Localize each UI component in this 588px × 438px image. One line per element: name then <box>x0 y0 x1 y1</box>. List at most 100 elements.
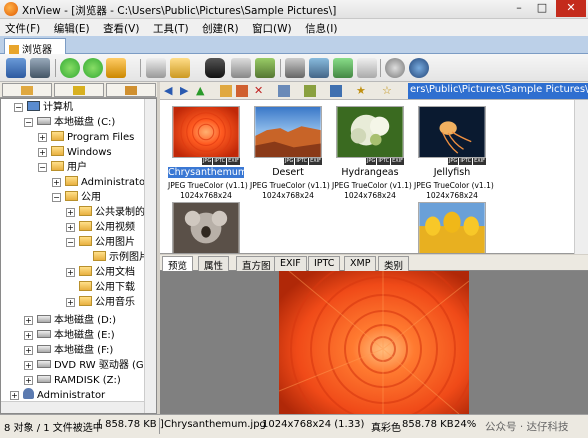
tree-item[interactable]: − 公用图片 <box>66 235 135 250</box>
properties-icon[interactable] <box>236 85 248 97</box>
fullscreen-icon[interactable] <box>30 58 50 78</box>
minimize-button[interactable]: – <box>508 0 530 17</box>
tab-favorites[interactable] <box>54 83 104 97</box>
thumbnail-item[interactable]: JPG IPTC EXIF Chrysanthemum JPEG TrueColor… <box>168 106 248 200</box>
open-folder-icon[interactable] <box>106 58 126 78</box>
chrysanthemum-preview-image <box>279 271 469 414</box>
expand-toggle[interactable]: + <box>66 268 75 277</box>
maximize-button[interactable]: □ <box>531 0 553 17</box>
tree-item[interactable]: + Administrator <box>52 175 149 190</box>
tree-vertical-scrollbar[interactable] <box>144 99 156 413</box>
thumbnail-item[interactable]: JPG IPTC EXIF Hydrangeas JPEG TrueColor (v… <box>332 106 412 200</box>
tab-preview[interactable]: 预览 <box>162 256 194 272</box>
expand-toggle[interactable]: + <box>24 316 33 325</box>
tab-categories[interactable] <box>106 83 156 97</box>
tab-exif[interactable]: EXIF <box>274 256 307 271</box>
thumbnail-item[interactable]: JPG IPTC EXIF Jellyfish JPEG TrueColor (v1… <box>414 106 494 200</box>
tab-categories[interactable]: 类别 <box>378 256 410 272</box>
expand-toggle[interactable]: + <box>24 331 33 340</box>
print-icon[interactable] <box>231 58 251 78</box>
menu-window[interactable]: 窗口(W) <box>247 19 297 36</box>
expand-toggle[interactable]: + <box>24 376 33 385</box>
favorite-star-icon[interactable]: ☆ <box>382 85 394 97</box>
expand-toggle[interactable]: + <box>52 178 61 187</box>
scan-icon[interactable] <box>285 58 305 78</box>
tree-item[interactable]: − 用户 <box>38 160 87 175</box>
menu-view[interactable]: 查看(V) <box>98 19 144 36</box>
thumbnail-item[interactable] <box>168 202 244 253</box>
expand-toggle[interactable]: + <box>24 346 33 355</box>
tree-item-label: 公用 <box>81 192 101 203</box>
thumbnail-item[interactable]: JPG IPTC EXIF Desert JPEG TrueColor (v1.1)… <box>250 106 330 200</box>
tree-item[interactable]: − 公用 <box>52 190 101 205</box>
filter-icon[interactable] <box>330 85 342 97</box>
expand-toggle[interactable]: + <box>38 133 47 142</box>
view-mode-icon[interactable] <box>278 85 290 97</box>
tree-item[interactable]: + Windows <box>38 145 112 160</box>
expand-toggle[interactable]: + <box>10 391 19 400</box>
forward-arrow-icon[interactable]: ▶ <box>180 85 192 97</box>
rotate-icon[interactable] <box>83 58 103 78</box>
tree-item[interactable]: + Program Files <box>38 130 134 145</box>
tree-item[interactable]: 公用下载 <box>79 280 135 295</box>
address-field[interactable]: ers\Public\Pictures\Sample Pictures\ <box>408 83 588 99</box>
collapse-toggle[interactable]: − <box>66 238 75 247</box>
binoculars-icon[interactable] <box>205 58 225 78</box>
tree-item[interactable]: − 本地磁盘 (C:) <box>24 115 115 130</box>
tree-item-label: RAMDISK (Z:) <box>54 375 121 386</box>
collapse-toggle[interactable]: − <box>38 163 47 172</box>
tab-histogram[interactable]: 直方图 <box>236 256 277 272</box>
up-arrow-icon[interactable]: ▲ <box>196 85 208 97</box>
tree-horizontal-scrollbar[interactable] <box>1 401 144 413</box>
menu-edit[interactable]: 编辑(E) <box>49 19 95 36</box>
expand-toggle[interactable]: + <box>24 361 33 370</box>
menu-info[interactable]: 信息(I) <box>300 19 342 36</box>
collapse-toggle[interactable]: − <box>24 118 33 127</box>
slideshow-icon[interactable] <box>309 58 329 78</box>
tab-properties[interactable]: 属性 <box>198 256 230 272</box>
menu-create[interactable]: 创建(R) <box>197 19 244 36</box>
info-icon[interactable] <box>409 58 429 78</box>
tree-item[interactable]: + RAMDISK (Z:) <box>24 373 121 388</box>
delete-icon[interactable]: ✕ <box>254 85 266 97</box>
image-icon[interactable] <box>255 58 275 78</box>
gear-icon[interactable] <box>385 58 405 78</box>
tree-item-selected[interactable]: 示例图片 <box>93 250 149 265</box>
move-icon[interactable] <box>170 58 190 78</box>
thumbnail-dimensions: 1024x768x24 <box>426 191 478 200</box>
expand-toggle[interactable]: + <box>66 223 75 232</box>
tree-item[interactable]: + 公用音乐 <box>66 295 135 310</box>
tree-item[interactable]: + 公用视频 <box>66 220 135 235</box>
capture-icon[interactable] <box>333 58 353 78</box>
sort-icon[interactable] <box>304 85 316 97</box>
expand-toggle[interactable]: + <box>38 148 47 157</box>
tree-item[interactable]: + 本地磁盘 (F:) <box>24 343 113 358</box>
new-folder-icon[interactable] <box>220 85 232 97</box>
thumbnail-item[interactable] <box>414 202 490 253</box>
back-arrow-icon[interactable]: ◀ <box>164 85 176 97</box>
tree-item[interactable]: + 公共录制的 <box>66 205 145 220</box>
menu-tools[interactable]: 工具(T) <box>148 19 194 36</box>
thumbnail-scrollbar[interactable] <box>574 100 588 254</box>
tree-item[interactable]: − 计算机 <box>14 100 73 115</box>
tab-iptc[interactable]: IPTC <box>308 256 341 271</box>
tab-folders[interactable] <box>2 83 52 97</box>
tab-xmp[interactable]: XMP <box>344 256 377 271</box>
close-button[interactable]: ✕ <box>556 0 586 17</box>
expand-toggle[interactable]: + <box>66 298 75 307</box>
collapse-toggle[interactable]: − <box>52 193 61 202</box>
folder-icon <box>51 131 64 141</box>
copy-icon[interactable] <box>146 58 166 78</box>
refresh-icon[interactable] <box>60 58 80 78</box>
collapse-toggle[interactable]: − <box>14 103 23 112</box>
tree-item[interactable]: + 本地磁盘 (D:) <box>24 313 116 328</box>
browser-icon[interactable] <box>6 58 26 78</box>
star-icon[interactable]: ★ <box>356 85 368 97</box>
tab-browser[interactable]: 浏览器 <box>4 38 66 56</box>
tree-item[interactable]: + DVD RW 驱动器 (G:) <box>24 358 151 373</box>
tree-item[interactable]: + 本地磁盘 (E:) <box>24 328 115 343</box>
menu-file[interactable]: 文件(F) <box>0 19 45 36</box>
expand-toggle[interactable]: + <box>66 208 75 217</box>
batch-icon[interactable] <box>357 58 377 78</box>
tree-item[interactable]: + 公用文档 <box>66 265 135 280</box>
